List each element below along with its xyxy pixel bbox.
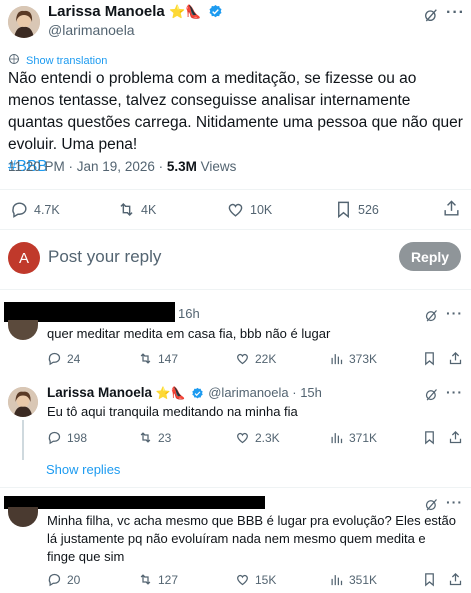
author-avatar[interactable] (8, 6, 40, 38)
heart-icon (237, 432, 248, 444)
like-count: 2.3K (255, 430, 280, 445)
reply-time[interactable]: · 15h (289, 385, 322, 400)
like-count: 15K (255, 572, 277, 587)
user-avatar-letter: A (18, 249, 29, 267)
share-icon[interactable] (448, 572, 463, 592)
views-count: 373K (349, 351, 378, 366)
divider (0, 487, 471, 488)
author-handle[interactable]: @larimanoela (48, 22, 135, 38)
user-avatar[interactable]: A (8, 242, 40, 274)
reply-count: 24 (67, 351, 81, 366)
reply-author-name[interactable]: Larissa Manoela (47, 385, 152, 400)
retweet-count: 4K (141, 202, 157, 217)
badge-emoji: ⭐👠 (169, 4, 202, 19)
reply-icon (48, 431, 61, 445)
more-options-icon[interactable]: ··· (446, 384, 463, 400)
retweet-icon (120, 202, 133, 217)
grok-icon[interactable] (423, 7, 439, 28)
more-options-icon[interactable]: ··· (446, 4, 465, 22)
views-count: 351K (349, 572, 378, 587)
reply-text: quer meditar medita em casa fia, bbb não… (47, 326, 331, 341)
reply-text: Minha filha, vc acha mesmo que BBB é lug… (47, 513, 457, 564)
views-button[interactable]: 351K (329, 572, 377, 587)
bookmark-button[interactable]: 526 (334, 200, 379, 219)
retweet-button[interactable]: 127 (138, 572, 178, 587)
retweet-icon (140, 353, 151, 364)
share-icon[interactable] (442, 199, 461, 223)
retweet-button[interactable]: 147 (138, 351, 178, 366)
reply-count: 198 (67, 430, 88, 445)
share-icon[interactable] (448, 351, 463, 371)
retweet-button[interactable]: 23 (138, 430, 171, 445)
more-options-icon[interactable]: ··· (446, 494, 463, 510)
tweet-meta: 11:20 PM · Jan 19, 2026 · 5.3M Views (8, 159, 236, 174)
like-count: 10K (250, 202, 273, 217)
heart-icon (237, 353, 248, 365)
like-button[interactable]: 15K (235, 572, 276, 587)
bookmark-icon[interactable] (422, 430, 437, 450)
like-button[interactable]: 2.3K (235, 430, 280, 445)
views-button[interactable]: 373K (329, 351, 377, 366)
analytics-icon (331, 354, 343, 365)
retweet-count: 127 (158, 572, 179, 587)
reply-count: 20 (67, 572, 81, 587)
reply-author-handle[interactable]: @larimanoela (208, 385, 288, 400)
heart-icon (228, 203, 243, 217)
bookmark-icon[interactable] (422, 351, 437, 371)
retweet-button[interactable]: 4K (117, 200, 156, 219)
like-button[interactable]: 10K (226, 200, 272, 219)
reply-avatar[interactable] (8, 320, 38, 340)
reply-icon (12, 202, 27, 218)
divider (0, 229, 471, 230)
retweet-icon (140, 574, 151, 585)
reply-input[interactable]: Post your reply (48, 247, 161, 267)
bookmark-icon (338, 201, 349, 219)
views-count: 5.3M (166, 159, 197, 174)
views-count: 371K (349, 430, 378, 445)
reply-icon (48, 352, 61, 366)
tweet-text: Não entendi o problema com a meditação, … (8, 70, 463, 153)
reply-button[interactable]: 198 (47, 430, 87, 445)
views-button[interactable]: 371K (329, 430, 377, 445)
reply-button[interactable]: 24 (47, 351, 80, 366)
reply-icon (48, 573, 61, 587)
analytics-icon (331, 433, 343, 444)
more-options-icon[interactable]: ··· (446, 305, 463, 321)
reply-avatar[interactable] (8, 507, 38, 527)
reply-button[interactable]: 4.7K (10, 200, 60, 219)
reply-button[interactable]: 20 (47, 572, 80, 587)
retweet-count: 23 (158, 430, 172, 445)
divider (0, 189, 471, 190)
redacted-username-block (4, 496, 265, 509)
tweet-time[interactable]: 11:20 PM · Jan 19, 2026 · (8, 159, 167, 174)
thread-line (22, 420, 24, 460)
reply-count: 4.7K (34, 202, 60, 217)
submit-reply-button[interactable]: Reply (399, 242, 461, 271)
show-translation-link[interactable]: Show translation (26, 55, 107, 67)
verified-badge-icon (208, 4, 223, 24)
share-icon[interactable] (448, 430, 463, 450)
retweet-count: 147 (158, 351, 179, 366)
divider (0, 289, 471, 290)
bookmark-count: 526 (358, 202, 379, 217)
heart-icon (237, 574, 248, 586)
like-count: 22K (255, 351, 277, 366)
redacted-username-block (4, 302, 175, 322)
show-replies-link[interactable]: Show replies (46, 462, 120, 477)
like-button[interactable]: 22K (235, 351, 276, 366)
bookmark-icon[interactable] (422, 572, 437, 592)
analytics-icon (331, 575, 343, 586)
author-name[interactable]: Larissa Manoela (48, 3, 165, 20)
retweet-icon (140, 432, 151, 443)
badge-emoji: ⭐👠 (155, 386, 186, 400)
verified-badge-icon (191, 387, 204, 403)
reply-text: Eu tô aqui tranquila meditando na minha … (47, 404, 298, 419)
views-label: Views (196, 159, 237, 174)
reply-avatar[interactable] (8, 387, 38, 417)
reply-time[interactable]: 16h (178, 306, 200, 321)
